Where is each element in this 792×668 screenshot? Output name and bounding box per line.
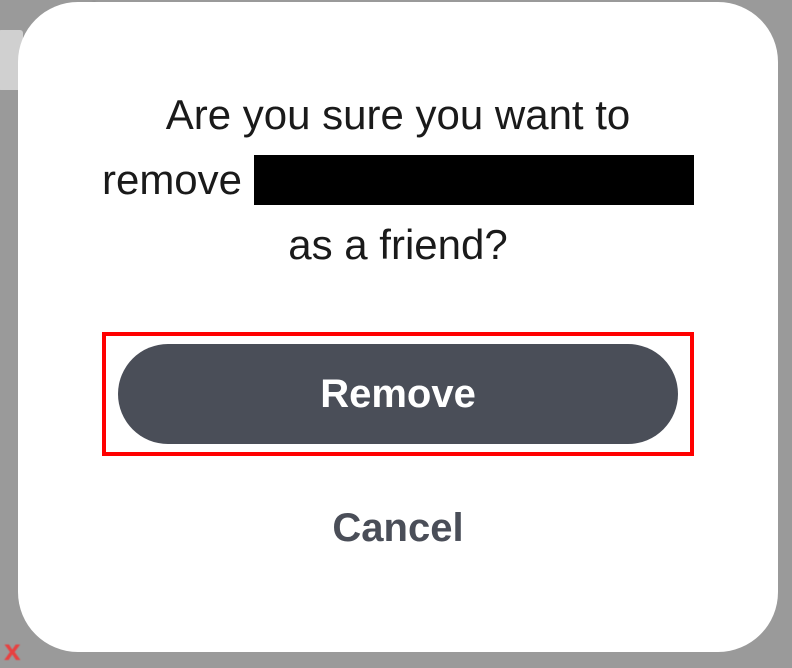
redacted-username — [254, 155, 694, 205]
remove-button[interactable]: Remove — [118, 344, 678, 444]
remove-friend-dialog: Are you sure you want to remove as a fri… — [18, 2, 778, 652]
cancel-button[interactable]: Cancel — [302, 496, 493, 561]
confirmation-message: Are you sure you want to remove as a fri… — [102, 82, 694, 277]
message-line-3: as a friend? — [102, 212, 694, 277]
highlight-annotation: Remove — [102, 332, 694, 456]
message-line-1: Are you sure you want to — [102, 82, 694, 147]
message-line-2-prefix: remove — [102, 147, 242, 212]
